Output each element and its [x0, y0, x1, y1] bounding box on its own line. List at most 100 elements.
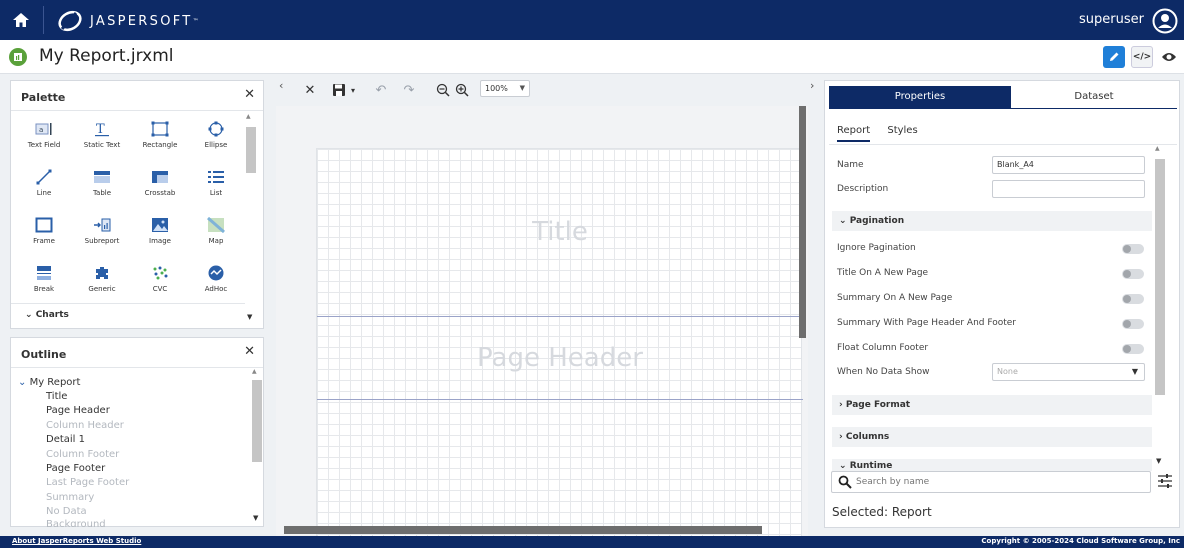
description-field[interactable] — [992, 180, 1145, 198]
chevron-down-icon: ⌄ — [839, 216, 850, 226]
no-data-value: None — [997, 367, 1018, 376]
chevron-down-icon: ▼ — [519, 84, 525, 92]
palette-item-crosstab[interactable]: Crosstab — [135, 169, 185, 213]
undo-icon[interactable]: ↶ — [372, 81, 390, 99]
image-icon — [151, 217, 169, 233]
search-box[interactable] — [831, 471, 1151, 493]
close-icon[interactable]: ✕ — [244, 87, 255, 102]
search-input[interactable] — [856, 475, 1136, 489]
palette-item-map[interactable]: Map — [191, 217, 241, 261]
pagination-label: Pagination — [849, 216, 905, 226]
outline-item[interactable]: Column Header — [46, 420, 124, 431]
outline-item[interactable]: Page Header — [46, 405, 110, 416]
subtab-report[interactable]: Report — [837, 125, 871, 142]
home-button[interactable] — [6, 6, 36, 34]
toggle-label: Title On A New Page — [837, 268, 929, 278]
table-icon — [93, 169, 111, 185]
redo-icon[interactable]: ↷ — [400, 81, 418, 99]
user-name[interactable]: superuser — [1079, 12, 1144, 27]
ignore-pagination-toggle[interactable] — [1122, 244, 1144, 254]
charts-section[interactable]: ⌄ Charts — [11, 303, 245, 325]
preview-button[interactable] — [1158, 46, 1180, 68]
outline-root[interactable]: ⌄ My Report — [18, 377, 80, 388]
palette-item-label: Line — [36, 189, 52, 197]
collapse-right-button[interactable]: › — [810, 79, 814, 92]
chevron-down-icon: ⌄ — [25, 310, 33, 320]
palette-scrollbar[interactable]: ▲ ▼ — [246, 113, 256, 325]
line-icon — [35, 169, 53, 185]
palette-item-list[interactable]: List — [191, 169, 241, 213]
palette-item-rectangle[interactable]: Rectangle — [135, 121, 185, 165]
float-column-footer-toggle[interactable] — [1122, 344, 1144, 354]
band-divider[interactable] — [317, 399, 803, 400]
user-avatar[interactable] — [1152, 8, 1178, 34]
report-page[interactable]: Title Page Header — [316, 148, 803, 538]
canvas-horizontal-scrollbar[interactable] — [284, 526, 762, 534]
tab-properties[interactable]: Properties — [829, 86, 1011, 108]
columns-section[interactable]: › Columns — [832, 427, 1152, 447]
jaspersoft-logo: JASPERSOFT ™ — [56, 9, 199, 33]
palette-item-ellipse[interactable]: Ellipse — [191, 121, 241, 165]
subtab-styles[interactable]: Styles — [887, 125, 917, 136]
static-text-icon: T — [93, 121, 111, 137]
properties-scrollbar[interactable] — [1155, 159, 1165, 395]
filter-settings-button[interactable] — [1157, 473, 1173, 493]
palette-panel: Palette ✕ a Text Field T Static Text Recta… — [10, 80, 264, 329]
palette-item-line[interactable]: Line — [19, 169, 69, 213]
page-format-section[interactable]: › Page Format — [832, 395, 1152, 415]
close-icon[interactable]: ✕ — [301, 81, 319, 99]
outline-item[interactable]: Page Footer — [46, 463, 105, 474]
palette-item-image[interactable]: Image — [135, 217, 185, 261]
palette-item-static-text[interactable]: T Static Text — [77, 121, 127, 165]
source-code-button[interactable]: </> — [1131, 46, 1153, 68]
no-data-label: When No Data Show — [837, 367, 930, 377]
ellipse-icon — [207, 121, 225, 137]
tab-underline — [829, 108, 1177, 109]
canvas-vertical-scrollbar[interactable] — [799, 106, 806, 338]
edit-mode-button[interactable] — [1103, 46, 1125, 68]
zoom-out-button[interactable] — [434, 81, 452, 99]
outline-item[interactable]: Background — [46, 519, 106, 527]
frame-icon — [35, 217, 53, 233]
summary-header-footer-toggle[interactable] — [1122, 319, 1144, 329]
chevron-right-icon: › — [839, 400, 846, 410]
palette-item-label: Subreport — [84, 237, 120, 245]
close-icon[interactable]: ✕ — [244, 344, 255, 359]
band-divider[interactable] — [317, 316, 803, 317]
outline-scrollbar[interactable]: ▲ ▼ — [252, 368, 262, 526]
palette-item-label: Rectangle — [142, 141, 178, 149]
title-new-page-toggle[interactable] — [1122, 269, 1144, 279]
palette-title: Palette — [21, 91, 66, 104]
outline-item[interactable]: Column Footer — [46, 449, 119, 460]
outline-item[interactable]: Detail 1 — [46, 434, 85, 445]
outline-item[interactable]: Last Page Footer — [46, 477, 129, 488]
top-bar: JASPERSOFT ™ superuser — [0, 0, 1184, 40]
copyright-text: Copyright © 2005-2024 Cloud Software Gro… — [981, 537, 1180, 545]
about-link[interactable]: About JasperReports Web Studio — [12, 537, 141, 545]
palette-item-table[interactable]: Table — [77, 169, 127, 213]
divider — [829, 144, 1177, 145]
outline-item[interactable]: No Data — [46, 506, 87, 517]
runtime-section[interactable]: ⌄ Runtime — [832, 459, 1152, 471]
outline-item[interactable]: Summary — [46, 492, 94, 503]
palette-item-subreport[interactable]: Subreport — [77, 217, 127, 261]
tab-dataset[interactable]: Dataset — [1011, 86, 1177, 108]
outline-root-label: My Report — [29, 377, 81, 388]
scroll-thumb[interactable] — [252, 380, 262, 462]
palette-item-text-field[interactable]: a Text Field — [19, 121, 69, 165]
pagination-section[interactable]: ⌄ Pagination — [832, 211, 1152, 231]
name-field[interactable]: Blank_A4 — [992, 156, 1145, 174]
save-dropdown-icon[interactable]: ▾ — [344, 81, 362, 99]
palette-item-frame[interactable]: Frame — [19, 217, 69, 261]
scroll-down-icon[interactable]: ▼ — [1156, 457, 1161, 465]
zoom-in-button[interactable] — [453, 81, 471, 99]
no-data-select[interactable]: None ▼ — [992, 363, 1145, 381]
scroll-thumb[interactable] — [246, 127, 256, 173]
scroll-up-icon[interactable]: ▲ — [1155, 145, 1160, 152]
band-page-header-label: Page Header — [477, 343, 643, 373]
summary-new-page-toggle[interactable] — [1122, 294, 1144, 304]
outline-item[interactable]: Title — [46, 391, 67, 402]
page-title: My Report.jrxml — [39, 46, 174, 66]
zoom-select[interactable]: 100% ▼ — [480, 80, 530, 97]
sliders-icon — [1158, 474, 1172, 488]
